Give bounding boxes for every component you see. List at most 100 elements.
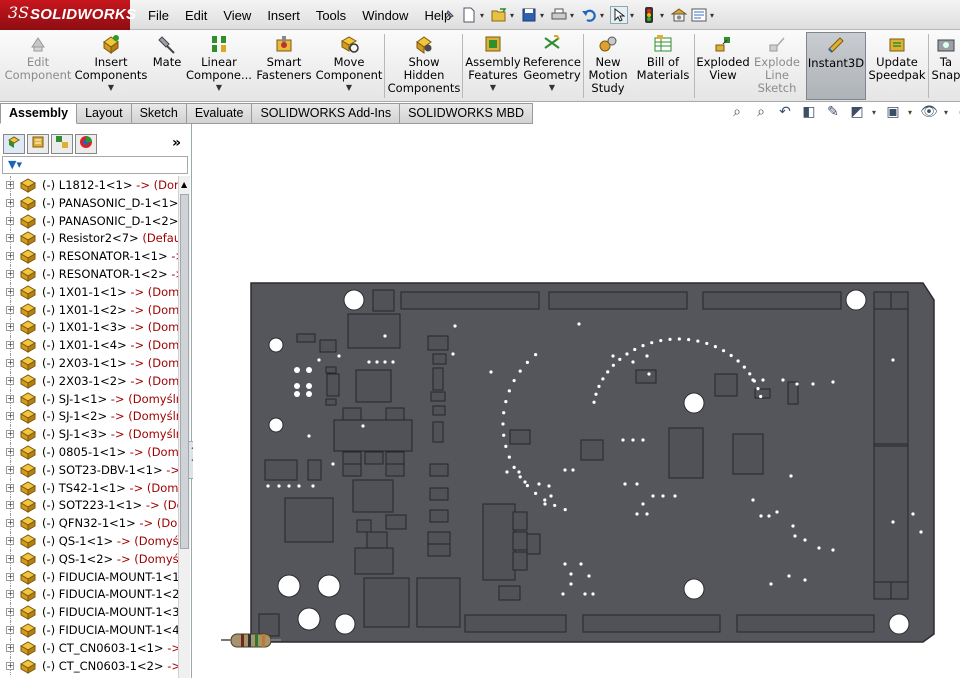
print-icon[interactable] xyxy=(550,6,568,24)
assembly-features-dropdown-icon[interactable]: ▼ xyxy=(490,83,496,92)
configuration-manager-icon[interactable] xyxy=(51,134,73,154)
hide-show-items-icon[interactable]: 👁 xyxy=(920,104,938,120)
feature-tree-node[interactable]: + (-) FIDUCIA-MOUNT-1<3 xyxy=(0,603,178,622)
open-folder-icon[interactable] xyxy=(490,6,508,24)
save-dropdown-icon[interactable]: ▾ xyxy=(540,11,548,20)
feature-tree-node[interactable]: + (-) TS42-1<1> -> (Domyś xyxy=(0,478,178,497)
edit-component-button[interactable]: Edit Component xyxy=(2,32,74,100)
expand-toggle-icon[interactable]: + xyxy=(6,661,14,670)
pin-icon[interactable] xyxy=(440,6,458,24)
expand-toggle-icon[interactable]: + xyxy=(6,252,14,261)
expand-toggle-icon[interactable]: + xyxy=(6,590,14,599)
appearance-icon[interactable]: ◕ xyxy=(956,104,960,120)
feature-tree-scrollbar[interactable]: ▲ xyxy=(178,176,190,678)
zoom-to-fit-icon[interactable]: ⌕ xyxy=(728,104,746,120)
show-hidden-components-button[interactable]: Show Hidden Components xyxy=(388,32,460,100)
select-dropdown-icon[interactable]: ▾ xyxy=(630,11,638,20)
expand-toggle-icon[interactable]: + xyxy=(6,448,14,456)
feature-tree-node[interactable]: + (-) CT_CN0603-1<1> -> (I xyxy=(0,638,178,657)
scrollbar-thumb[interactable] xyxy=(180,194,189,549)
feature-tree-node[interactable]: + (-) Resistor2<7> (Default< xyxy=(0,229,178,248)
feature-tree-node[interactable]: + (-) PANASONIC_D-1<2> - xyxy=(0,211,178,230)
reference-geometry-dropdown-icon[interactable]: ▼ xyxy=(549,83,555,92)
expand-toggle-icon[interactable]: + xyxy=(6,234,14,243)
move-component-dropdown-icon[interactable]: ▼ xyxy=(346,83,352,92)
view-orientation-dropdown-icon[interactable]: ▾ xyxy=(872,108,878,117)
section-view-icon[interactable]: ◧ xyxy=(800,104,818,120)
linear-component-pattern-button[interactable]: Linear Compone... ▼ xyxy=(186,32,252,100)
expand-toggle-icon[interactable]: + xyxy=(6,554,14,563)
pcb-board-model[interactable] xyxy=(193,124,960,678)
feature-tree-node[interactable]: + (-) 1X01-1<3> -> (Domyś xyxy=(0,318,178,337)
menu-tools[interactable]: Tools xyxy=(308,8,354,23)
expand-toggle-icon[interactable]: + xyxy=(6,412,14,421)
assembly-features-button[interactable]: Assembly Features ▼ xyxy=(464,32,522,100)
expand-toggle-icon[interactable]: + xyxy=(6,483,14,492)
feature-tree-node[interactable]: + (-) RESONATOR-1<2> -> xyxy=(0,265,178,283)
feature-tree-node[interactable]: + (-) 1X01-1<4> -> (Domyś xyxy=(0,336,178,355)
feature-tree-node[interactable]: + (-) PANASONIC_D-1<1> - xyxy=(0,193,178,212)
properties-dropdown-icon[interactable]: ▾ xyxy=(710,11,718,20)
feature-tree-node[interactable]: + (-) L1812-1<1> -> (Domy xyxy=(0,176,178,194)
feature-tree-node[interactable]: + (-) RESONATOR-1<1> -> xyxy=(0,247,178,266)
solidworks-logo[interactable]: 3S SOLIDWORKS xyxy=(0,0,136,30)
feature-tree-node[interactable]: + (-) FIDUCIA-MOUNT-1<1 xyxy=(0,567,178,586)
bill-of-materials-button[interactable]: Bill of Materials xyxy=(634,32,692,100)
feature-tree-node[interactable]: + (-) SJ-1<2> -> (Domyślna xyxy=(0,407,178,426)
scroll-up-arrow-icon[interactable]: ▲ xyxy=(181,180,187,189)
expand-toggle-icon[interactable]: + xyxy=(6,643,14,652)
tab-solidworks-add-ins[interactable]: SOLIDWORKS Add-Ins xyxy=(252,103,401,124)
feature-tree-node[interactable]: + (-) 0805-1<1> -> (Domyśl xyxy=(0,443,178,461)
expand-toggle-icon[interactable]: + xyxy=(6,430,14,439)
menu-view[interactable]: View xyxy=(215,8,259,23)
expand-toggle-icon[interactable]: + xyxy=(6,198,14,207)
menu-file[interactable]: File xyxy=(140,8,177,23)
expand-toggle-icon[interactable]: + xyxy=(6,465,14,474)
feature-tree-node[interactable]: + (-) 1X01-1<1> -> (Domyś xyxy=(0,282,178,301)
tab-evaluate[interactable]: Evaluate xyxy=(186,103,253,124)
feature-tree-icon[interactable] xyxy=(3,134,25,154)
expand-toggle-icon[interactable]: + xyxy=(6,341,14,350)
insert-components-dropdown-icon[interactable]: ▼ xyxy=(108,83,114,92)
exploded-view-button[interactable]: Exploded View xyxy=(696,32,750,100)
display-manager-icon[interactable] xyxy=(75,134,97,154)
expand-toggle-icon[interactable]: + xyxy=(6,376,14,385)
insert-components-button[interactable]: Insert Components ▼ xyxy=(74,32,148,100)
previous-view-icon[interactable]: ↶ xyxy=(776,104,794,120)
feature-tree-node[interactable]: + (-) SJ-1<3> -> (Domyślna xyxy=(0,425,178,444)
feature-tree-node[interactable]: + (-) FIDUCIA-MOUNT-1<4 xyxy=(0,621,178,639)
more-tabs-button[interactable]: » xyxy=(172,135,181,151)
undo-icon[interactable] xyxy=(580,6,598,24)
expand-toggle-icon[interactable]: + xyxy=(6,608,14,617)
filter-field[interactable]: ▼▾ xyxy=(2,156,188,174)
hide-show-dropdown-icon[interactable]: ▾ xyxy=(944,108,950,117)
expand-toggle-icon[interactable]: + xyxy=(6,519,14,528)
graphics-area[interactable] xyxy=(193,124,960,678)
feature-tree-node[interactable]: + (-) 2X03-1<1> -> (Domyś xyxy=(0,354,178,372)
tab-sketch[interactable]: Sketch xyxy=(131,103,187,124)
expand-toggle-icon[interactable]: + xyxy=(6,287,14,296)
expand-toggle-icon[interactable]: + xyxy=(6,537,14,545)
tab-assembly[interactable]: Assembly xyxy=(0,103,78,124)
property-manager-icon[interactable] xyxy=(27,134,49,154)
feature-tree-node[interactable]: + (-) SOT223-1<1> -> (Dom xyxy=(0,496,178,515)
dynamic-annotation-icon[interactable]: ✎ xyxy=(824,104,842,120)
move-component-button[interactable]: Move Component ▼ xyxy=(316,32,382,100)
feature-tree-node[interactable]: + (-) CT_CN0603-1<2> -> (I xyxy=(0,656,178,675)
feature-tree-node[interactable]: + (-) QS-1<2> -> (Domyśln xyxy=(0,549,178,568)
linear-pattern-dropdown-icon[interactable]: ▼ xyxy=(216,83,222,92)
update-speedpak-button[interactable]: Update Speedpak xyxy=(868,32,926,100)
expand-toggle-icon[interactable]: + xyxy=(6,216,14,225)
expand-toggle-icon[interactable]: + xyxy=(6,323,14,332)
tab-solidworks-mbd[interactable]: SOLIDWORKS MBD xyxy=(400,103,534,124)
expand-toggle-icon[interactable]: + xyxy=(6,270,14,278)
take-snapshot-button[interactable]: Ta Snap xyxy=(932,32,960,100)
instant3d-button[interactable]: Instant3D xyxy=(806,32,866,100)
tab-layout[interactable]: Layout xyxy=(77,103,132,124)
open-dropdown-icon[interactable]: ▾ xyxy=(510,11,518,20)
options-icon[interactable] xyxy=(670,6,688,24)
traffic-light-icon[interactable] xyxy=(640,6,658,24)
view-orientation-icon[interactable]: ◩ xyxy=(848,104,866,120)
expand-toggle-icon[interactable]: + xyxy=(6,501,14,510)
new-document-icon[interactable] xyxy=(460,6,478,24)
